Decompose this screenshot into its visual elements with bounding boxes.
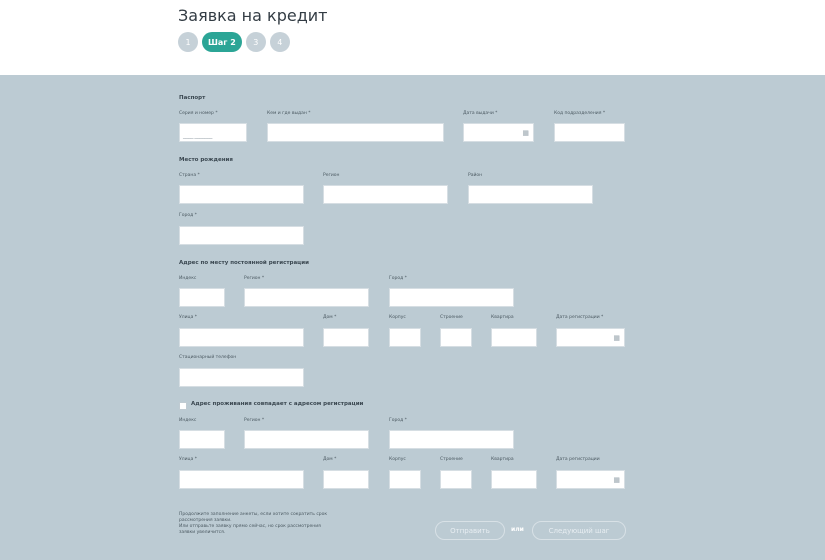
registration-section-title: Адрес по месту постоянной регистрации <box>179 260 309 266</box>
res-region-label: Регион * <box>244 418 265 423</box>
res-index-input[interactable] <box>179 430 225 449</box>
issued-by-label: Кем и где выдан * <box>267 111 311 116</box>
reg-house-label: Дом * <box>323 315 337 320</box>
same-address-checkbox[interactable] <box>179 402 187 410</box>
reg-structure-input[interactable] <box>440 328 472 347</box>
calendar-icon[interactable]: ▦ <box>522 129 529 137</box>
res-date-label: Дата регистрации <box>556 457 600 462</box>
division-code-input[interactable] <box>554 123 625 142</box>
res-apartment-input[interactable] <box>491 470 537 489</box>
res-structure-input[interactable] <box>440 470 472 489</box>
res-house-label: Дом * <box>323 457 337 462</box>
reg-index-input[interactable] <box>179 288 225 307</box>
res-index-label: Индекс <box>179 418 197 423</box>
res-house-input[interactable] <box>323 470 369 489</box>
step-indicator: 1 Шаг 2 3 4 <box>178 32 290 52</box>
reg-apartment-label: Квартира <box>491 315 514 320</box>
birth-city-label: Город * <box>179 213 197 218</box>
footer-note-line: заявки увеличится. <box>179 530 226 535</box>
series-label: Серия и номер * <box>179 111 218 116</box>
phone-input[interactable] <box>179 368 304 387</box>
reg-house-input[interactable] <box>323 328 369 347</box>
footer-note: Продолжите заполнение анкеты, если хотит… <box>179 512 354 536</box>
reg-city-label: Город * <box>389 276 407 281</box>
country-label: Страна * <box>179 173 200 178</box>
res-region-input[interactable] <box>244 430 369 449</box>
res-street-input[interactable] <box>179 470 304 489</box>
calendar-icon[interactable]: ▦ <box>613 334 620 342</box>
birth-region-input[interactable] <box>323 185 448 204</box>
res-building-input[interactable] <box>389 470 421 489</box>
reg-index-label: Индекс <box>179 276 197 281</box>
res-structure-label: Строение <box>440 457 463 462</box>
reg-city-input[interactable] <box>389 288 514 307</box>
submit-button[interactable]: Отправить <box>435 521 505 540</box>
step-3[interactable]: 3 <box>245 32 266 52</box>
reg-structure-label: Строение <box>440 315 463 320</box>
res-apartment-label: Квартира <box>491 457 514 462</box>
reg-street-label: Улица * <box>179 315 198 320</box>
issue-date-label: Дата выдачи * <box>463 111 498 116</box>
or-separator: или <box>511 526 524 533</box>
step-4[interactable]: 4 <box>269 32 290 52</box>
reg-region-label: Регион * <box>244 276 265 281</box>
series-number-input[interactable]: ____ _______ <box>179 123 247 142</box>
phone-label: Стационарный телефон <box>179 355 237 360</box>
issued-by-input[interactable] <box>267 123 444 142</box>
same-address-label[interactable]: Адрес проживания совпадает с адресом рег… <box>191 401 363 407</box>
series-mask: ____ _______ <box>183 132 212 139</box>
res-date-input[interactable]: ▦ <box>556 470 625 489</box>
reg-date-label: Дата регистрации * <box>556 315 604 320</box>
reg-apartment-input[interactable] <box>491 328 537 347</box>
reg-date-input[interactable]: ▦ <box>556 328 625 347</box>
res-building-label: Корпус <box>389 457 406 462</box>
next-step-button[interactable]: Следующий шаг <box>532 521 626 540</box>
district-label: Район <box>468 173 483 178</box>
page-title: Заявка на кредит <box>178 6 328 25</box>
reg-street-input[interactable] <box>179 328 304 347</box>
issue-date-input[interactable]: ▦ <box>463 123 534 142</box>
passport-section-title: Паспорт <box>179 95 206 101</box>
step-1[interactable]: 1 <box>178 32 198 52</box>
birth-city-input[interactable] <box>179 226 304 245</box>
calendar-icon[interactable]: ▦ <box>613 476 620 484</box>
birthplace-section-title: Место рождения <box>179 157 233 163</box>
res-street-label: Улица * <box>179 457 198 462</box>
division-code-label: Код подразделения * <box>554 111 606 116</box>
step-2-active[interactable]: Шаг 2 <box>202 32 242 52</box>
reg-building-input[interactable] <box>389 328 421 347</box>
res-city-input[interactable] <box>389 430 514 449</box>
district-input[interactable] <box>468 185 593 204</box>
birth-region-label: Регион <box>323 173 340 178</box>
country-input[interactable] <box>179 185 304 204</box>
res-city-label: Город * <box>389 418 407 423</box>
reg-region-input[interactable] <box>244 288 369 307</box>
reg-building-label: Корпус <box>389 315 406 320</box>
